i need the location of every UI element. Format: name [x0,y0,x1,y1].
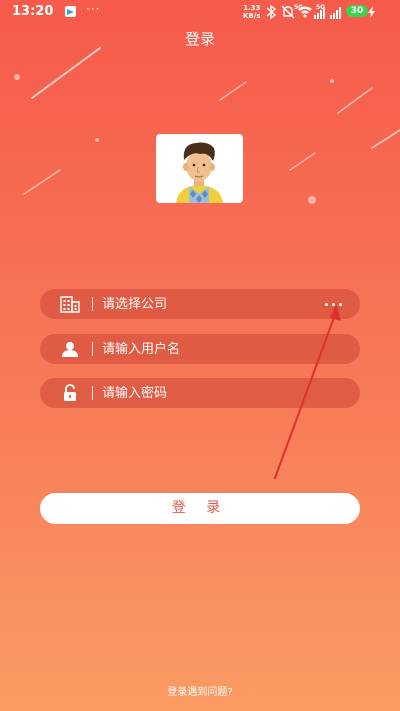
help-link[interactable]: 登录遇到问题? [0,683,400,698]
network-speed: 1.33 KB/s [243,4,260,20]
signal-label-1: 5G [294,4,303,11]
status-time: 13:20 [12,4,54,19]
status-bar: 13:20 ··· 1.33 KB/s 5G 5G 30 [0,0,400,24]
username-input[interactable] [102,334,312,364]
lock-icon [64,384,76,401]
field-separator [92,297,93,311]
company-select-input[interactable] [102,289,312,319]
building-icon [60,296,80,313]
page-title: 登录 [184,30,215,48]
network-speed-value: 1.33 [243,4,261,12]
status-dots: ··· [86,2,101,16]
field-separator [92,342,93,356]
username-field[interactable] [40,334,360,364]
notification-icon [65,6,76,17]
user-icon [62,342,78,357]
password-input[interactable] [102,378,312,408]
login-button[interactable]: 登 录 [40,493,360,524]
more-icon[interactable] [323,295,345,313]
avatar [156,134,243,203]
field-separator [92,386,93,400]
mute-icon [281,5,295,19]
charging-icon [368,6,375,18]
signal-icon-2 [330,7,341,19]
bluetooth-icon [266,4,277,20]
password-field[interactable] [40,378,360,408]
company-field[interactable] [40,289,360,319]
status-icons: 5G 5G [266,4,375,20]
battery-indicator: 30 [346,5,368,17]
network-speed-unit: KB/s [243,12,261,20]
avatar-illustration [176,142,223,203]
signal-label-2: 5G [316,4,325,11]
